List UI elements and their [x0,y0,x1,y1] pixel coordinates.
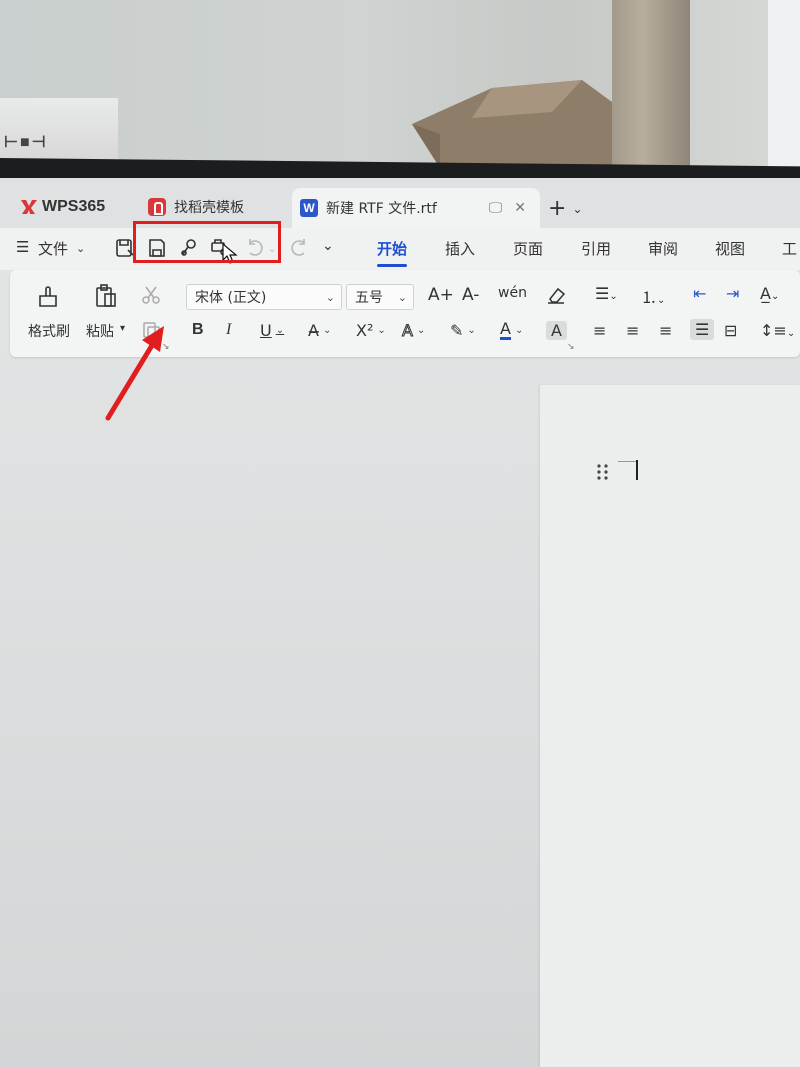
margin-corner-mark [618,461,636,462]
more-chevron-icon[interactable]: ⌄ [322,238,334,254]
font-name-select[interactable]: 宋体 (正文) ⌄ [186,284,342,310]
tab-bar: WPS365 找稻壳模板 W 新建 RTF 文件.rtf 🖵 ✕ + ⌄ [0,178,800,228]
tab-review[interactable]: 审阅 [648,238,678,259]
superscript-button[interactable]: X² ⌄ [356,321,386,340]
superscript-label: X² [356,321,374,340]
tab-document[interactable]: W 新建 RTF 文件.rtf 🖵 ✕ [292,188,540,228]
chevron-down-icon: ⌄ [416,325,426,336]
highlight-button[interactable]: ✎ ⌄ [450,321,476,340]
italic-button[interactable]: I [226,321,231,339]
menu-row: ☰ 文件 ⌄ ⌄ ⌄ 开始 插入 页面 引用 审阅 视图 工 [0,228,800,270]
tab-insert[interactable]: 插入 [445,238,475,259]
text-effect-letter: A [402,321,414,341]
chevron-down-icon: ⌄ [325,290,335,304]
tab-home[interactable]: 开始 [377,238,408,267]
file-menu-chevron-icon[interactable]: ⌄ [76,242,85,255]
underline-button[interactable]: U ⌄ [260,321,284,340]
format-painter-label[interactable]: 格式刷 [28,321,70,341]
font-dialog-launcher-icon[interactable]: ↘ [567,342,575,352]
bold-button[interactable]: B [192,321,204,339]
font-size-select[interactable]: 五号 ⌄ [346,284,414,310]
tab-templates-label: 找稻壳模板 [174,200,244,216]
close-tab-icon[interactable]: ✕ [514,200,526,216]
distributed-align-icon[interactable]: ⊟ [724,321,737,340]
redo-icon[interactable] [288,236,312,260]
clear-format-icon[interactable] [544,283,568,307]
new-tab-button[interactable]: + ⌄ [548,196,583,221]
chevron-down-icon: ⌄ [322,325,332,336]
chevron-down-icon: ⌄ [514,325,524,336]
highlighter-icon: ✎ [450,321,464,340]
font-name-value: 宋体 (正文) [195,290,267,306]
shrink-font-button[interactable]: A- [462,285,479,305]
paragraph-drag-handle-icon[interactable] [596,463,610,481]
word-document-icon: W [300,199,318,217]
plus-icon: + [548,196,567,221]
font-color-letter: A [500,319,511,340]
chevron-down-icon: ⌄ [657,295,666,306]
tab-tools-partial[interactable]: 工 [782,238,797,259]
tab-wps-home[interactable]: WPS365 [20,188,105,226]
background-box: ⊢■⊣ [0,98,118,162]
cut-icon[interactable] [140,284,162,306]
underline-letter: U [260,321,272,340]
hamburger-menu-icon[interactable]: ☰ [16,238,29,256]
document-page[interactable] [540,385,800,1067]
grow-font-button[interactable]: A+ [428,285,454,305]
background-window [768,0,800,170]
chevron-down-icon: ⌄ [397,290,407,304]
tab-wps-label: WPS365 [42,198,106,215]
chevron-down-icon: ⌄ [786,328,796,339]
background-box-marking: ⊢■⊣ [4,134,48,151]
text-cursor [636,460,638,480]
paste-icon[interactable] [92,282,120,310]
format-painter-icon[interactable] [34,282,62,310]
chevron-down-icon: ⌄ [275,325,285,336]
background-cardboard-box [412,80,612,168]
align-left-icon[interactable]: ≡ [593,321,606,340]
monitor-icon[interactable]: 🖵 [489,200,503,216]
tab-view[interactable]: 视图 [715,238,745,259]
chevron-down-icon: ⌄ [609,291,618,302]
highlight-annotation-box [133,221,281,263]
font-size-value: 五号 [355,290,383,306]
tab-page[interactable]: 页面 [513,238,543,259]
pinyin-guide-button[interactable]: wén [498,285,527,301]
align-center-icon[interactable]: ≡ [626,321,639,340]
increase-indent-icon[interactable]: ⇥ [726,284,739,303]
wps-window: WPS365 找稻壳模板 W 新建 RTF 文件.rtf 🖵 ✕ + ⌄ ☰ 文… [0,178,800,1067]
background-curtain [612,0,690,170]
bullets-button[interactable]: ☰⌄ [595,284,618,303]
file-menu[interactable]: 文件 [38,238,68,259]
chevron-down-icon: ⌄ [467,325,476,336]
line-spacing-icon: ↕≡ [760,321,787,340]
numbering-button[interactable]: ⒈⌄ [641,284,665,308]
font-color-button[interactable]: A ⌄ [500,321,523,340]
strikethrough-button[interactable]: A̶ ⌄ [308,321,331,340]
text-effect-button[interactable]: A ⌄ [402,321,426,341]
line-spacing-button[interactable]: ↕≡⌄ [760,321,795,340]
wps-logo-icon [21,200,37,214]
chevron-down-icon: ⌄ [377,325,386,336]
tab-references[interactable]: 引用 [581,238,611,259]
tab-document-label: 新建 RTF 文件.rtf [326,201,437,217]
chevron-down-icon[interactable]: ⌄ [572,202,582,216]
justify-icon[interactable]: ☰ [690,319,715,340]
annotation-arrow-icon [105,326,164,421]
chevron-down-icon: ⌄ [770,291,780,302]
strikethrough-icon: A̶ [308,321,319,340]
character-shading-button[interactable]: A [546,321,567,340]
decrease-indent-icon[interactable]: ⇤ [693,284,706,303]
docer-logo-icon [148,198,166,216]
chinese-layout-button[interactable]: A̲⌄ [760,284,779,303]
photo-background: ⊢■⊣ [0,0,800,178]
bullet-list-icon: ☰ [595,284,610,303]
numbered-list-icon: ⒈ [641,288,658,307]
character-shading-letter: A [551,321,562,340]
chinese-layout-icon: A̲ [760,284,771,303]
align-right-icon[interactable]: ≡ [659,321,672,340]
